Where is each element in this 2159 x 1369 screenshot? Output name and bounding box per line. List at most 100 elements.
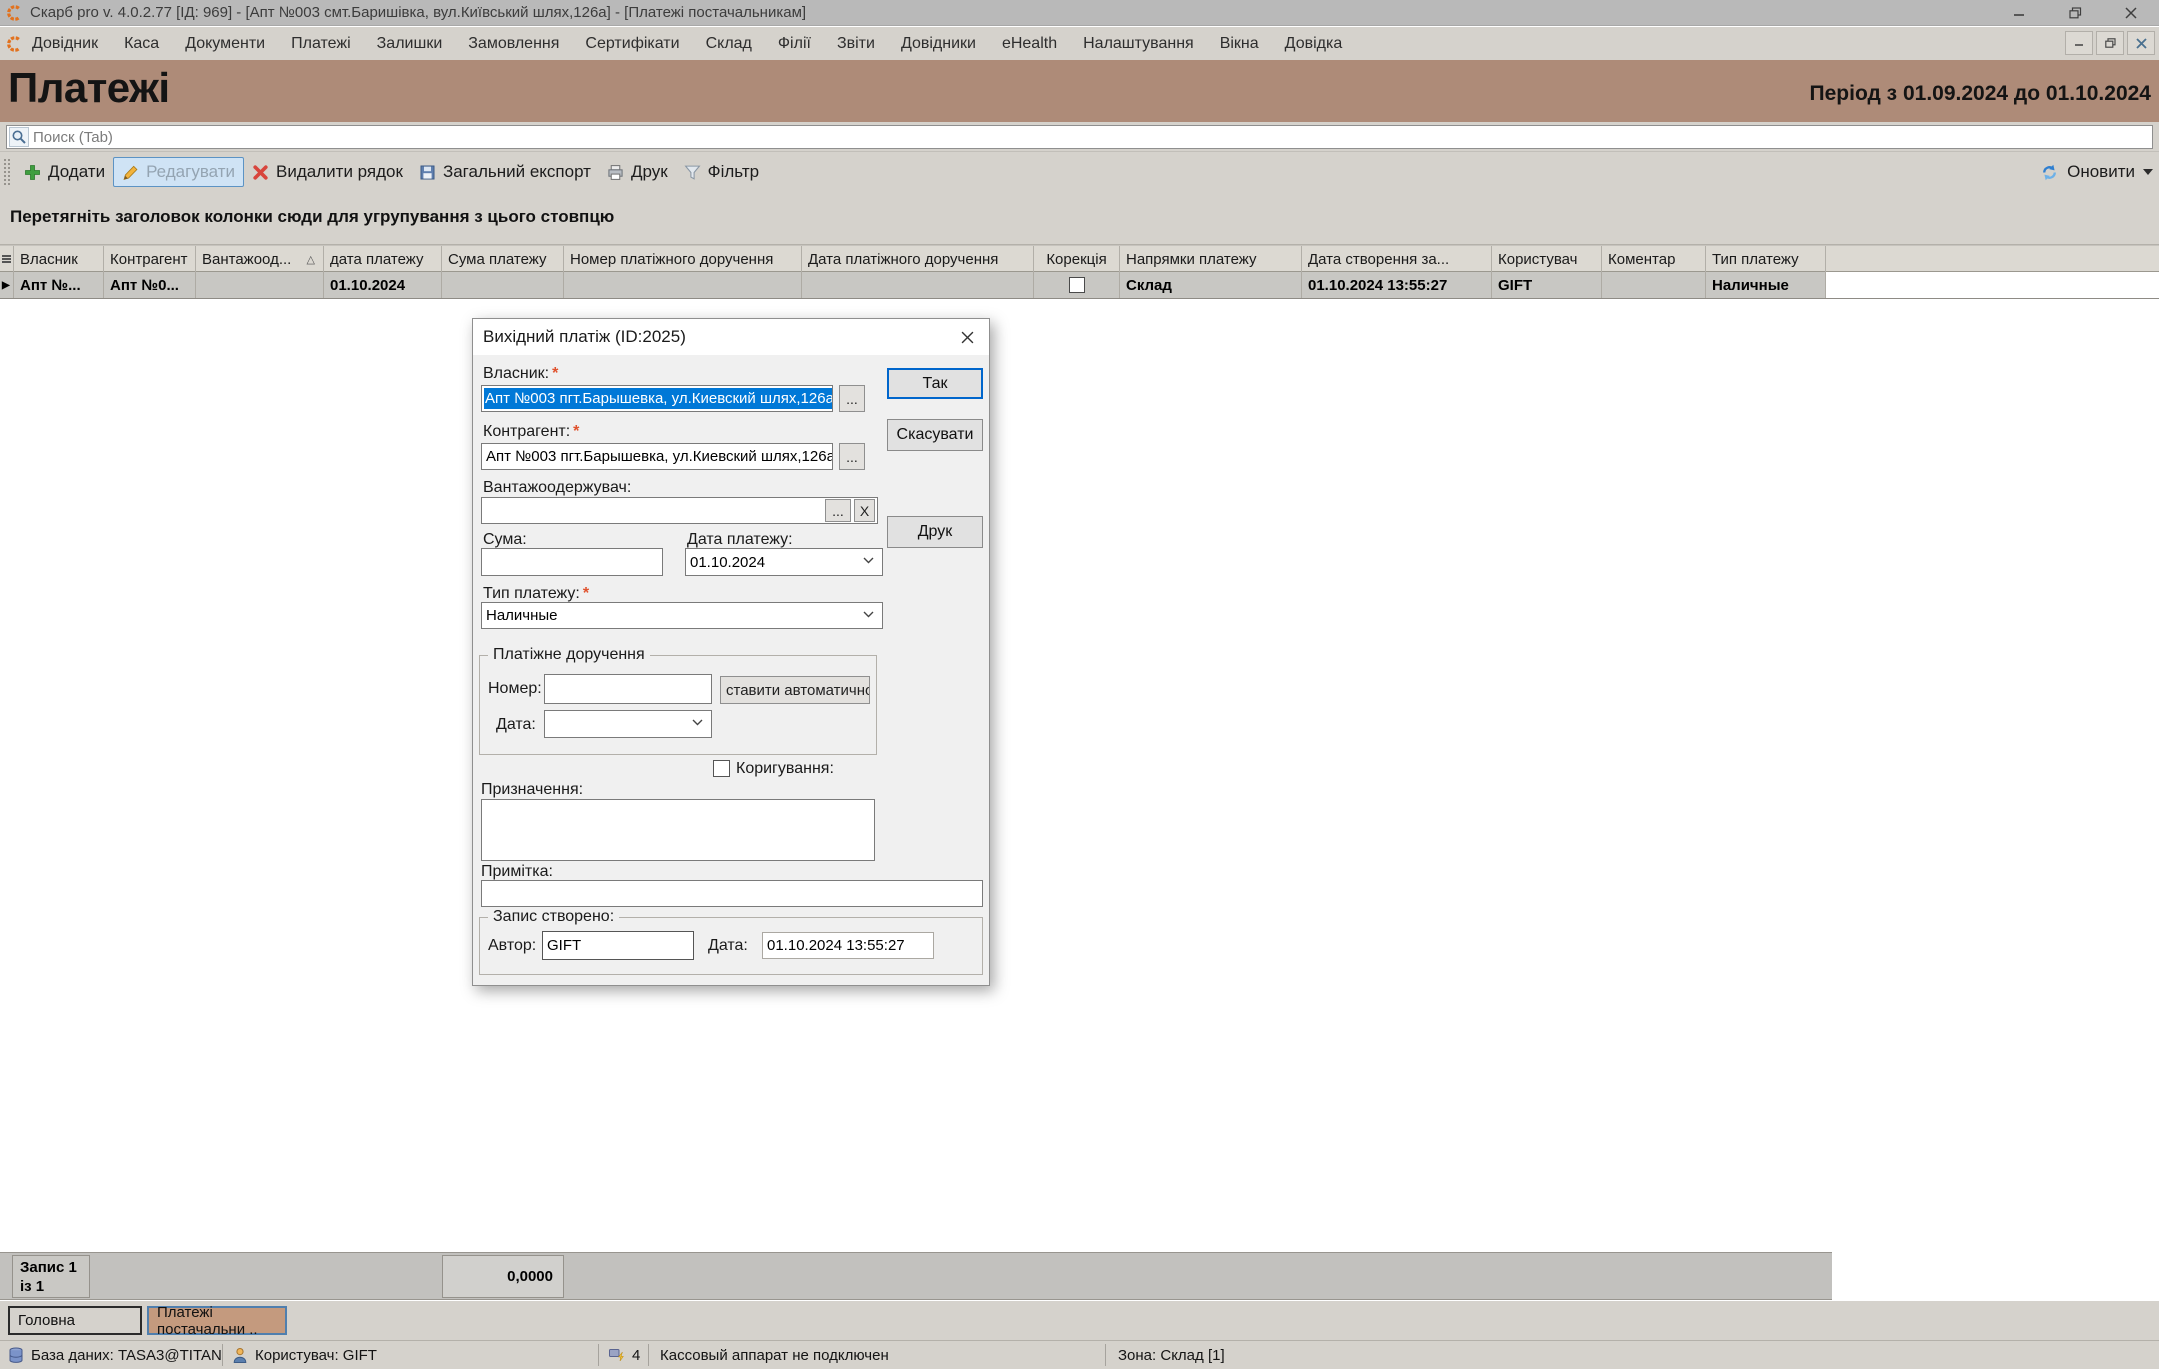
filter-button[interactable]: Фільтр — [676, 158, 767, 186]
mdi-close-icon[interactable] — [2127, 31, 2155, 55]
column-label: Сума платежу — [448, 251, 546, 268]
column-header-owner[interactable]: Власник — [14, 246, 104, 272]
column-label: Дата створення за... — [1308, 251, 1449, 268]
column-header-direction[interactable]: Напрямки платежу — [1120, 246, 1302, 272]
search-input[interactable] — [33, 129, 2152, 146]
menu-dovidka[interactable]: Довідка — [1285, 35, 1343, 53]
column-label: Власник — [20, 251, 78, 268]
column-header-order-number[interactable]: Номер платіжного доручення — [564, 246, 802, 272]
menu-filii[interactable]: Філії — [778, 35, 811, 53]
menu-kasa[interactable]: Каса — [124, 35, 159, 53]
sum-input[interactable] — [481, 548, 663, 576]
cell-pay-date[interactable]: 01.10.2024 — [324, 272, 442, 298]
order-number-label: Номер: — [488, 680, 542, 698]
edit-button[interactable]: Редагувати — [113, 157, 244, 187]
pay-type-combo[interactable]: Наличные — [481, 602, 883, 629]
status-separator — [1105, 1344, 1106, 1366]
tab-payments-suppliers[interactable]: Платежі постачальни .. — [147, 1306, 287, 1335]
menu-dokumenty[interactable]: Документи — [185, 35, 265, 53]
menu-platezhi[interactable]: Платежі — [291, 35, 351, 53]
order-number-input[interactable] — [544, 674, 712, 704]
consignee-lookup-button[interactable]: ... — [825, 499, 851, 522]
note-input[interactable] — [481, 880, 983, 907]
mdi-minimize-icon[interactable] — [2065, 31, 2093, 55]
sort-asc-icon: △ — [307, 253, 315, 266]
edit-pencil-icon — [122, 164, 139, 181]
close-icon[interactable] — [2103, 0, 2159, 26]
column-header-sum[interactable]: Сума платежу — [442, 246, 564, 272]
consignee-clear-button[interactable]: X — [854, 499, 875, 522]
menu-dovidnyky[interactable]: Довідники — [901, 35, 976, 53]
menu-nalashtuvannia[interactable]: Налаштування — [1083, 35, 1194, 53]
order-date-combo[interactable] — [544, 710, 712, 738]
grid-corner-cell[interactable] — [0, 246, 14, 272]
cell-order-date[interactable] — [802, 272, 1034, 298]
column-header-pay-type[interactable]: Тип платежу — [1706, 246, 1826, 272]
dialog-print-button[interactable]: Друк — [887, 516, 983, 548]
menu-zamovlennia[interactable]: Замовлення — [468, 35, 559, 53]
created-date-field[interactable]: 01.10.2024 13:55:27 — [762, 932, 934, 959]
menu-sklad[interactable]: Склад — [706, 35, 752, 53]
cell-order-number[interactable] — [564, 272, 802, 298]
pay-type-label: Тип платежу:* — [483, 585, 589, 603]
cancel-button[interactable]: Скасувати — [887, 419, 983, 451]
menu-vikna[interactable]: Вікна — [1220, 35, 1259, 53]
chevron-down-icon[interactable] — [863, 611, 874, 618]
column-header-order-date[interactable]: Дата платіжного доручення — [802, 246, 1034, 272]
column-header-comment[interactable]: Коментар — [1602, 246, 1706, 272]
print-button[interactable]: Друк — [599, 158, 676, 186]
status-separator — [598, 1344, 599, 1366]
refresh-dropdown-icon[interactable] — [2143, 169, 2153, 175]
delete-row-button[interactable]: Видалити рядок — [244, 158, 411, 186]
search-box[interactable] — [6, 125, 2153, 149]
contractor-field[interactable]: Апт №003 пгт.Барышевка, ул.Киевский шлях… — [481, 443, 833, 470]
owner-field[interactable]: Апт №003 пгт.Барышевка, ул.Киевский шлях… — [481, 385, 833, 412]
cell-user[interactable]: GIFT — [1492, 272, 1602, 298]
toolbar-drag-handle[interactable] — [4, 159, 10, 185]
auto-number-button[interactable]: ставити автоматично — [720, 676, 870, 704]
chevron-down-icon[interactable] — [863, 557, 874, 564]
contractor-lookup-button[interactable]: ... — [839, 443, 865, 470]
cell-comment[interactable] — [1602, 272, 1706, 298]
add-button[interactable]: Додати — [16, 158, 113, 186]
column-header-created[interactable]: Дата створення за... — [1302, 246, 1492, 272]
menu-ehealth[interactable]: eHealth — [1002, 35, 1057, 53]
cell-created[interactable]: 01.10.2024 13:55:27 — [1302, 272, 1492, 298]
column-header-user[interactable]: Користувач — [1492, 246, 1602, 272]
cell-direction[interactable]: Склад — [1120, 272, 1302, 298]
cell-sum[interactable] — [442, 272, 564, 298]
column-header-consignee[interactable]: Вантажоод...△ — [196, 246, 324, 272]
cell-contractor[interactable]: Апт №0... — [104, 272, 196, 298]
menu-dovidnyk[interactable]: Довідник — [32, 35, 98, 53]
restore-icon[interactable] — [2047, 0, 2103, 26]
refresh-button[interactable]: Оновити — [2040, 152, 2153, 192]
cell-owner[interactable]: Апт №... — [14, 272, 104, 298]
correction-dialog-checkbox[interactable] — [713, 760, 730, 777]
column-header-pay-date[interactable]: дата платежу — [324, 246, 442, 272]
table-row[interactable]: ▶ Апт №... Апт №0... 01.10.2024 Склад 01… — [0, 272, 2159, 299]
cell-pay-type[interactable]: Наличные — [1706, 272, 1826, 298]
group-by-panel[interactable]: Перетягніть заголовок колонки сюди для у… — [0, 192, 2159, 245]
export-button[interactable]: Загальний експорт — [411, 158, 599, 186]
dialog-title-bar[interactable]: Вихідний платіж (ID:2025) — [473, 319, 989, 355]
pay-date-combo[interactable]: 01.10.2024 — [685, 548, 883, 576]
chevron-down-icon[interactable] — [692, 719, 703, 726]
purpose-textarea[interactable] — [481, 799, 875, 861]
column-header-correction[interactable]: Корекція — [1034, 246, 1120, 272]
column-header-contractor[interactable]: Контрагент — [104, 246, 196, 272]
cell-correction[interactable] — [1034, 272, 1120, 298]
tab-home[interactable]: Головна — [8, 1306, 142, 1335]
menu-sertyfikaty[interactable]: Сертифікати — [585, 35, 679, 53]
author-field[interactable]: GIFT — [542, 931, 694, 960]
ok-button[interactable]: Так — [887, 368, 983, 399]
owner-lookup-button[interactable]: ... — [839, 385, 865, 412]
consignee-field[interactable] — [481, 497, 878, 524]
minimize-icon[interactable] — [1991, 0, 2047, 26]
correction-checkbox[interactable] — [1069, 277, 1085, 293]
cell-consignee[interactable] — [196, 272, 324, 298]
filter-label: Фільтр — [708, 162, 759, 182]
menu-zvity[interactable]: Звіти — [837, 35, 875, 53]
menu-zalyshky[interactable]: Залишки — [377, 35, 443, 53]
mdi-restore-icon[interactable] — [2096, 31, 2124, 55]
dialog-close-icon[interactable] — [951, 324, 983, 350]
